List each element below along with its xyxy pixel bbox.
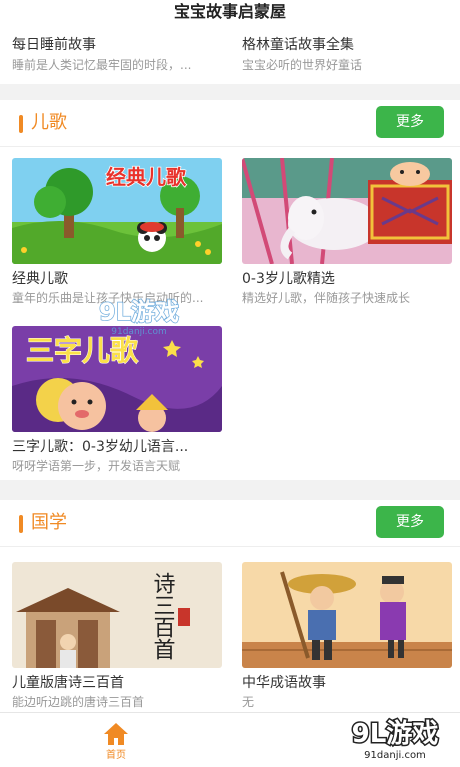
card-title: 中华成语故事	[242, 675, 326, 691]
card-title: 儿童版唐诗三百首	[12, 675, 124, 691]
watermark-center-site: 91danji.com	[111, 327, 166, 337]
story-item-grimm[interactable]: 格林童话故事全集 宝宝必听的世界好童话	[242, 36, 452, 74]
card-subtitle: 呀呀学语第一步，开发语言天赋	[12, 459, 181, 473]
section-title: 儿歌	[31, 112, 67, 133]
thumbnail-title-text: 三字儿歌	[26, 334, 139, 367]
more-button[interactable]: 更多	[376, 106, 444, 138]
section-accent-bar	[19, 515, 23, 533]
section-nursery-rhymes: 儿歌 更多 经典儿歌 经典儿歌 童年的乐曲是让孩子快乐启动听的... 0-3岁儿…	[0, 100, 460, 480]
card-thumbnail: 诗三百首	[12, 562, 222, 668]
card-thumbnail: 经典儿歌	[12, 158, 222, 264]
card-thumbnail: 三字儿歌	[12, 326, 222, 432]
tab-home-label: 首页	[106, 750, 126, 761]
watermark-logo-text: 9L游戏	[352, 719, 439, 749]
divider	[0, 546, 460, 547]
story-title: 格林童话故事全集	[242, 37, 354, 53]
card-thumbnail	[242, 562, 452, 668]
card-subtitle: 精选好儿歌，伴随孩子快速成长	[242, 291, 411, 305]
card-title: 0-3岁儿歌精选	[242, 271, 335, 287]
section-title: 国学	[31, 512, 67, 533]
thumbnail-title-text: 诗三百首	[150, 572, 176, 660]
card-thumbnail	[242, 158, 452, 264]
card-subtitle: 能边听边跳的唐诗三百首	[12, 695, 145, 709]
section-header: 国学 更多	[0, 500, 460, 546]
section-accent-bar	[19, 115, 23, 133]
watermark-center-logo: 9L游戏	[99, 298, 179, 326]
card-subtitle: 无	[242, 695, 255, 709]
tab-home[interactable]: 首页	[92, 721, 140, 765]
card-title: 三字儿歌：0-3岁幼儿语言...	[12, 439, 189, 455]
app-title: 宝宝故事启蒙屋	[173, 2, 286, 21]
story-subtitle: 睡前是人类记忆最牢固的时段，...	[12, 58, 192, 72]
section-chinese-classics: 国学 更多 诗三百首 儿童版唐诗三百首 能边听边跳的唐诗三百首 中华成语故事 无	[0, 500, 460, 712]
watermark-center: 9L游戏 91danji.com	[84, 292, 194, 338]
thumbnail-title-text: 经典儿歌	[106, 165, 187, 189]
card-title: 经典儿歌	[12, 271, 68, 287]
more-button[interactable]: 更多	[376, 506, 444, 538]
home-icon	[102, 721, 130, 747]
story-item-daily-bedtime[interactable]: 每日睡前故事 睡前是人类记忆最牢固的时段，...	[12, 36, 222, 74]
top-story-card: 宝宝故事启蒙屋 每日睡前故事 睡前是人类记忆最牢固的时段，... 格林童话故事全…	[0, 0, 460, 84]
watermark-logo-site: 91danji.com	[364, 750, 426, 761]
section-header: 儿歌 更多	[0, 100, 460, 146]
story-subtitle: 宝宝必听的世界好童话	[242, 58, 363, 72]
divider	[0, 146, 460, 147]
watermark-logo: 9L游戏 91danji.com	[340, 712, 450, 762]
story-title: 每日睡前故事	[12, 37, 96, 53]
